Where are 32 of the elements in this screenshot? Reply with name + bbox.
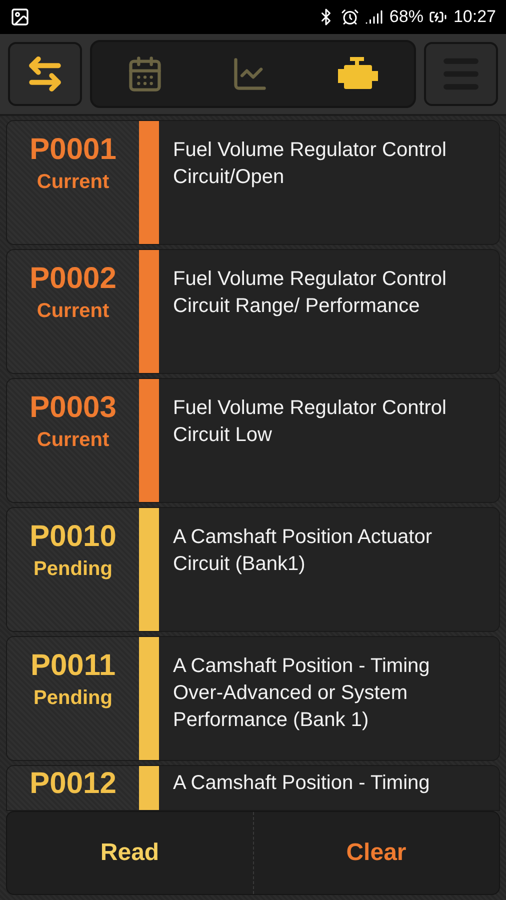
- code-description: Fuel Volume Regulator Control Circuit Low: [173, 396, 448, 448]
- trouble-code-row[interactable]: P0011 Pending A Camshaft Position - Timing Over-Advanced or System Performance (Bank 1): [6, 636, 500, 761]
- code-status: Pending: [34, 687, 112, 710]
- clear-button[interactable]: Clear: [252, 812, 499, 894]
- image-icon: [10, 7, 30, 27]
- code-description: A Camshaft Position Actuator Circuit (Bank1): [173, 525, 434, 577]
- trouble-code-row[interactable]: P0001 Current Fuel Volume Regulator Control Circuit/Open: [6, 120, 500, 245]
- engine-icon: [336, 57, 380, 91]
- code-description: A Camshaft Position - Timing: [173, 771, 431, 796]
- code-status: Current: [36, 171, 110, 194]
- swap-button[interactable]: [8, 42, 82, 106]
- trouble-code: P0011: [30, 649, 116, 683]
- read-button[interactable]: Read: [7, 812, 252, 894]
- code-status: Current: [36, 429, 110, 452]
- trouble-code: P0001: [30, 133, 116, 167]
- code-status: Pending: [34, 558, 112, 581]
- trouble-code: P0002: [30, 262, 116, 296]
- trouble-code-row[interactable]: P0010 Pending A Camshaft Position Actuator Circuit (Bank1): [6, 507, 500, 632]
- trouble-code-row[interactable]: P0002 Current Fuel Volume Regulator Control Circuit Range/ Performance: [6, 249, 500, 374]
- alarm-icon: [341, 8, 360, 26]
- signal-icon: [365, 8, 384, 26]
- trouble-code: P0012: [30, 767, 116, 801]
- trouble-code-row[interactable]: P0003 Current Fuel Volume Regulator Control Circuit Low: [6, 378, 500, 503]
- trouble-code: P0003: [30, 391, 116, 425]
- code-description: Fuel Volume Regulator Control Circuit/Open: [173, 138, 448, 190]
- code-description: Fuel Volume Regulator Control Circuit Range/ Performance: [173, 267, 448, 319]
- trouble-code: P0010: [30, 520, 116, 554]
- battery-level: 68%: [389, 7, 424, 27]
- trouble-code-row[interactable]: P0012 A Camshaft Position - Timing: [6, 765, 500, 811]
- clock: 10:27: [453, 7, 496, 27]
- code-description: A Camshaft Position - Timing Over-Advanced or System Performance (Bank 1): [173, 654, 431, 733]
- code-status: Current: [36, 300, 110, 323]
